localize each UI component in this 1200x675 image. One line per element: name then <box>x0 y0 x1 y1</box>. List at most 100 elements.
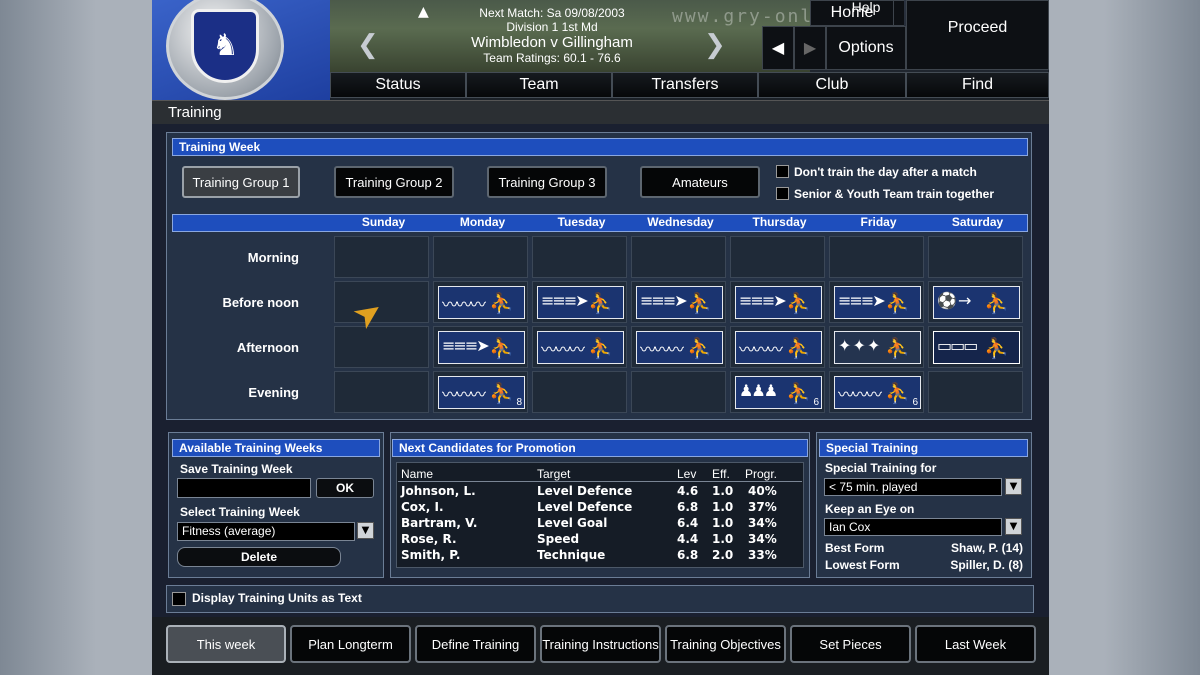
senior-youth-together-label: Senior & Youth Team train together <box>794 187 995 201</box>
drill-symbol: 〰〰〰 <box>739 340 783 359</box>
ok-button[interactable]: OK <box>316 478 374 498</box>
training-unit-wave-icon[interactable]: 〰〰〰 ⛹ <box>438 286 525 319</box>
next-match-icon[interactable]: ❯ <box>704 30 726 60</box>
delete-button[interactable]: Delete <box>177 547 341 567</box>
training-unit-wave-icon[interactable]: 〰〰〰 ⛹ 6 <box>834 376 921 409</box>
tab-training-instructions[interactable]: Training Instructions <box>540 625 661 663</box>
training-cell[interactable]: ⚽ → ⛹ <box>928 281 1023 323</box>
tab-status[interactable]: Status <box>330 72 466 98</box>
display-as-text-checkbox[interactable] <box>172 592 186 606</box>
training-cell[interactable] <box>829 236 924 278</box>
training-cell[interactable] <box>631 236 726 278</box>
training-unit-group-icon[interactable]: ♟♟♟ ⛹ 6 <box>735 376 822 409</box>
training-cell[interactable]: ≡≡≡➤ ⛹ <box>829 281 924 323</box>
training-unit-sprint-icon[interactable]: ≡≡≡➤ ⛹ <box>636 286 723 319</box>
back-button[interactable]: ◀ <box>762 26 794 70</box>
tab-this-week[interactable]: This week <box>166 625 286 663</box>
training-cell[interactable]: ♟♟♟ ⛹ 6 <box>730 371 825 413</box>
tab-transfers[interactable]: Transfers <box>612 72 758 98</box>
tab-set-pieces[interactable]: Set Pieces <box>790 625 911 663</box>
training-unit-wave-icon[interactable]: 〰〰〰 ⛹ <box>735 331 822 364</box>
table-cell: 6.8 <box>677 500 699 514</box>
training-cell[interactable]: 〰〰〰 ⛹ <box>730 326 825 368</box>
training-unit-sprint-icon[interactable]: ≡≡≡➤ ⛹ <box>735 286 822 319</box>
training-cell[interactable]: ≡≡≡➤ ⛹ <box>631 281 726 323</box>
drill-symbol: ≡≡≡➤ <box>442 336 490 355</box>
fixture: Wimbledon v Gillingham <box>471 34 633 51</box>
training-cell[interactable]: ▭▭▭ ⛹ <box>928 326 1023 368</box>
options-button[interactable]: Options <box>826 26 906 70</box>
drill-symbol: ≡≡≡➤ <box>838 291 886 310</box>
club-crest[interactable]: ♞ <box>166 0 284 100</box>
training-unit-sprint-icon[interactable]: ≡≡≡➤ ⛹ <box>834 286 921 319</box>
page-title: Training <box>168 104 222 121</box>
day-thursday: Thursday <box>752 215 807 229</box>
proceed-button[interactable]: Proceed <box>906 0 1049 70</box>
training-cell[interactable]: 〰〰〰 ⛹ 6 <box>829 371 924 413</box>
tab-define-training[interactable]: Define Training <box>415 625 536 663</box>
training-unit-pass-icon[interactable]: ⚽ → ⛹ <box>933 286 1020 319</box>
tab-plan-longterm[interactable]: Plan Longterm <box>290 625 411 663</box>
training-cell[interactable] <box>928 371 1023 413</box>
keep-eye-dropdown[interactable]: Ian Cox <box>824 518 1002 536</box>
senior-youth-together-checkbox[interactable] <box>776 187 789 200</box>
training-cell[interactable]: 〰〰〰 ⛹ <box>631 326 726 368</box>
training-cell[interactable]: ✦ ✦ ✦ ⛹ <box>829 326 924 368</box>
training-cell[interactable] <box>928 236 1023 278</box>
forward-button[interactable]: ▶ <box>794 26 826 70</box>
tab-training-objectives[interactable]: Training Objectives <box>665 625 786 663</box>
keep-eye-arrow-icon[interactable]: ▼ <box>1005 518 1022 535</box>
drill-symbol: 〰〰〰 <box>838 385 882 404</box>
training-cell[interactable]: 〰〰〰 ⛹ <box>532 326 627 368</box>
day-sunday: Sunday <box>361 215 406 229</box>
select-week-dropdown[interactable]: Fitness (average) <box>177 522 355 541</box>
table-cell: 1.0 <box>712 484 734 498</box>
tab-team[interactable]: Team <box>466 72 612 98</box>
training-cell[interactable]: ≡≡≡➤ ⛹ <box>730 281 825 323</box>
training-unit-wave-icon[interactable]: 〰〰〰 ⛹ <box>636 331 723 364</box>
training-unit-wave-icon[interactable]: 〰〰〰 ⛹ 8 <box>438 376 525 409</box>
match-info: Next Match: Sa 09/08/2003 Division 1 1st… <box>402 6 702 65</box>
help-button[interactable]: Help <box>826 0 906 15</box>
training-cell[interactable] <box>433 236 528 278</box>
drill-symbol: ⚽ → <box>937 291 971 310</box>
training-cell[interactable] <box>532 236 627 278</box>
previous-match-icon[interactable]: ❮ <box>357 30 379 60</box>
tab-last-week[interactable]: Last Week <box>915 625 1036 663</box>
training-cell[interactable] <box>532 371 627 413</box>
special-for-arrow-icon[interactable]: ▼ <box>1005 478 1022 495</box>
training-cell[interactable]: 〰〰〰 ⛹ <box>433 281 528 323</box>
training-group-3-button[interactable]: Training Group 3 <box>487 166 607 198</box>
special-for-dropdown[interactable]: < 75 min. played <box>824 478 1002 496</box>
training-cell[interactable] <box>334 326 429 368</box>
player-figure-icon: ⛹ <box>489 381 514 405</box>
table-cell: Level Goal <box>537 516 608 530</box>
training-unit-sprint-icon[interactable]: ≡≡≡➤ ⛹ <box>537 286 624 319</box>
training-cell[interactable] <box>334 236 429 278</box>
training-group-1-button[interactable]: Training Group 1 <box>182 166 300 198</box>
amateurs-button[interactable]: Amateurs <box>640 166 760 198</box>
training-unit-field-icon[interactable]: ✦ ✦ ✦ ⛹ <box>834 331 921 364</box>
save-week-input[interactable] <box>177 478 311 498</box>
tab-find[interactable]: Find <box>906 72 1049 98</box>
slot-afternoon: Afternoon <box>236 340 299 355</box>
drill-symbol: 〰〰〰 <box>541 340 585 359</box>
training-cell[interactable] <box>631 371 726 413</box>
tab-club[interactable]: Club <box>758 72 906 98</box>
dropdown-arrow-icon[interactable]: ▼ <box>357 522 374 539</box>
training-cell[interactable] <box>730 236 825 278</box>
keep-eye-label: Keep an Eye on <box>825 502 915 516</box>
training-unit-box-icon[interactable]: ▭▭▭ ⛹ <box>933 331 1020 364</box>
day-monday: Monday <box>459 215 506 229</box>
training-cell[interactable]: 〰〰〰 ⛹ 8 <box>433 371 528 413</box>
training-cell[interactable]: ≡≡≡➤ ⛹ <box>433 326 528 368</box>
training-unit-wave-icon[interactable]: 〰〰〰 ⛹ <box>537 331 624 364</box>
training-cell[interactable]: ≡≡≡➤ ⛹ <box>532 281 627 323</box>
team-ratings: Team Ratings: 60.1 - 76.6 <box>483 51 621 65</box>
training-group-2-button[interactable]: Training Group 2 <box>334 166 454 198</box>
no-train-after-match-checkbox[interactable] <box>776 165 789 178</box>
training-unit-sprint-icon[interactable]: ≡≡≡➤ ⛹ <box>438 331 525 364</box>
best-form-label: Best Form <box>825 541 885 555</box>
training-cell[interactable] <box>334 371 429 413</box>
competition: Division 1 1st Md <box>506 20 598 34</box>
